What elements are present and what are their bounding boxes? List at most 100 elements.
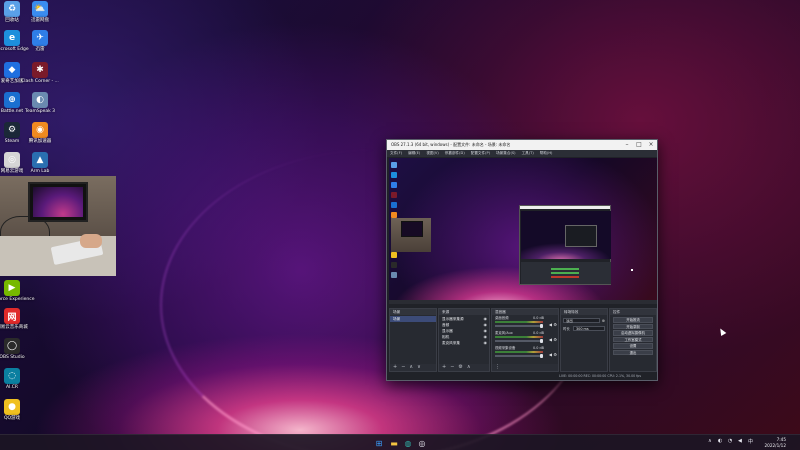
duration-input[interactable]: 300 ms xyxy=(573,326,605,331)
desktop-shortcut-label: OBS Studio xyxy=(0,355,25,360)
menu-file[interactable]: 文件(F) xyxy=(390,151,402,156)
remove-scene-icon[interactable]: − xyxy=(401,364,405,371)
source-item[interactable]: 麦克风采集 ◉ xyxy=(439,340,489,346)
desktop-shortcut[interactable]: ● QQ游戏 xyxy=(0,399,28,421)
gear-icon[interactable]: ⚙ xyxy=(553,337,557,342)
obs-preview[interactable] xyxy=(389,158,657,304)
start-streaming-button[interactable]: 开始推流 xyxy=(613,317,653,323)
obs-menubar: 文件(F) 编辑(E) 视图(V) 停靠部件(D) 配置文件(P) 场景集合(S… xyxy=(387,150,657,157)
geforce-icon: ▶ xyxy=(4,280,20,296)
desktop-shortcut[interactable]: ▶GeForce Experience xyxy=(0,280,34,302)
move-up-icon[interactable]: ∧ xyxy=(467,364,471,371)
menu-edit[interactable]: 编辑(E) xyxy=(408,151,420,156)
add-transition-icon[interactable]: ⊕ xyxy=(602,318,605,323)
desktop-shortcut-label: 爱奇艺加速 xyxy=(0,79,24,84)
desktop-shortcut-label: QQ游戏 xyxy=(3,416,21,421)
start-virtual-camera-button[interactable]: 启动虚拟摄像机 xyxy=(613,330,653,336)
controls-dock: 控件 开始推流 开始录制 启动虚拟摄像机 工作室模式 设置 退出 xyxy=(609,308,657,372)
desktop-shortcut-label: 网易云游戏 xyxy=(0,169,24,174)
volume-slider[interactable] xyxy=(495,354,543,358)
recycle-bin-icon: ♻ xyxy=(4,1,20,17)
gear-icon[interactable]: ⚙ xyxy=(553,352,557,357)
edge-taskbar-icon[interactable]: ◍ xyxy=(403,438,413,448)
remove-source-icon[interactable]: − xyxy=(450,364,454,371)
mixer-menu-icon[interactable]: ⋮ xyxy=(495,364,500,371)
aicr-icon: ◌ xyxy=(4,368,20,384)
start-icon[interactable]: ⊞ xyxy=(374,438,384,448)
desktop-shortcut[interactable]: 网网易云音乐商城 xyxy=(0,308,28,330)
desktop-shortcut[interactable]: ▲ Arm Lab xyxy=(24,152,56,174)
network-icon[interactable]: ◔ xyxy=(728,438,732,444)
desktop-shortcut[interactable]: ◐ TeamSpeak 3 xyxy=(24,92,56,114)
scenes-header: 场景 xyxy=(390,309,436,315)
obs-docks: 场景 场景 + − ∧ ∨ 来源 显示器采集源 ◉ 音频 ◉ 显示器 ◉ 相机 ◉ 麦克… xyxy=(389,308,657,372)
speaker-icon[interactable]: ◀ xyxy=(549,352,552,357)
webcam-overlay xyxy=(0,176,116,276)
volume-icon[interactable]: ◀ xyxy=(738,438,742,444)
scenes-dock: 场景 场景 + − ∧ ∨ xyxy=(389,308,437,372)
obs-taskbar-icon[interactable]: ◎ xyxy=(417,438,427,448)
studio-mode-button[interactable]: 工作室模式 xyxy=(613,336,653,342)
obs-titlebar[interactable]: OBS 27.1.3 (64 bit, windows) - 配置文件: 未命名… xyxy=(387,140,657,150)
battlenet-icon: ⊕ xyxy=(4,92,20,108)
thunder-icon: ✈ xyxy=(32,30,48,46)
sources-dock: 来源 显示器采集源 ◉ 音频 ◉ 显示器 ◉ 相机 ◉ 麦克风采集 ◉ + − ⚙ ∧ xyxy=(438,308,490,372)
tray-app-icon[interactable]: ◐ xyxy=(718,438,722,444)
add-source-icon[interactable]: + xyxy=(442,364,446,371)
close-icon[interactable]: × xyxy=(645,140,657,150)
mixer-dock: 混音器 桌面音频 0.0 dB ◀ ⚙ 麦克风/Aux 0.0 dB ◀ ⚙ 视… xyxy=(491,308,559,372)
move-up-icon[interactable]: ∧ xyxy=(409,364,413,371)
taskbar: ⊞ ▬ ◍ ◎ ∧ ◐ ◔ ◀ 中 7:45 2022/1/12 xyxy=(0,434,800,450)
start-recording-button[interactable]: 开始录制 xyxy=(613,323,653,329)
obs-window-title: OBS 27.1.3 (64 bit, windows) - 配置文件: 未命名… xyxy=(391,142,511,147)
desktop-shortcut-label: 网易云音乐商城 xyxy=(0,325,28,330)
maximize-icon[interactable]: □ xyxy=(633,140,645,150)
desktop-shortcut[interactable]: ✈ 迅雷 xyxy=(24,30,56,52)
menu-view[interactable]: 视图(V) xyxy=(426,151,438,156)
tencent-accelerator-icon: ◉ xyxy=(32,122,48,138)
move-down-icon[interactable]: ∨ xyxy=(417,364,421,371)
file-explorer-icon[interactable]: ▬ xyxy=(389,438,399,448)
settings-button[interactable]: 设置 xyxy=(613,343,653,349)
clock-date: 2022/1/12 xyxy=(764,442,786,448)
add-scene-icon[interactable]: + xyxy=(393,364,397,371)
desktop-shortcut[interactable]: ◯ OBS Studio xyxy=(0,338,28,360)
desktop-shortcut-label: Steam xyxy=(4,139,20,144)
preview-cursor xyxy=(631,269,633,271)
volume-slider[interactable] xyxy=(495,324,543,328)
cloud-drive-icon: ⛅ xyxy=(32,1,48,17)
minimize-icon[interactable]: – xyxy=(621,140,633,150)
volume-meter xyxy=(495,321,543,323)
obs-window[interactable]: OBS 27.1.3 (64 bit, windows) - 配置文件: 未命名… xyxy=(386,139,658,381)
clash-icon: ✱ xyxy=(32,62,48,78)
webcam-monitor xyxy=(28,182,88,222)
desktop-shortcut[interactable]: ◉ 腾讯加速器 xyxy=(24,122,56,144)
steam-icon: ⚙ xyxy=(4,122,20,138)
source-settings-icon[interactable]: ⚙ xyxy=(458,364,462,371)
desktop-shortcut[interactable]: ✱ Clash Corner - ... xyxy=(21,62,59,84)
tray-chevron-icon[interactable]: ∧ xyxy=(708,438,712,444)
exit-button[interactable]: 退出 xyxy=(613,349,653,355)
menu-profile[interactable]: 配置文件(P) xyxy=(471,151,490,156)
transition-select[interactable]: 淡出 xyxy=(563,318,600,323)
speaker-icon[interactable]: ◀ xyxy=(549,337,552,342)
desktop-shortcut[interactable]: ⛅ 迅雷网盘 xyxy=(24,1,56,23)
obs-studio-icon: ◯ xyxy=(4,338,20,354)
preview-taskbar xyxy=(389,300,657,304)
menu-tools[interactable]: 工具(T) xyxy=(522,151,534,156)
menu-docks[interactable]: 停靠部件(D) xyxy=(445,151,465,156)
input-method-icon[interactable]: 中 xyxy=(748,438,753,445)
menu-help[interactable]: 帮助(H) xyxy=(540,151,553,156)
qq-game-icon: ● xyxy=(4,399,20,415)
desktop-shortcut-label: AI.CR xyxy=(5,385,19,390)
desktop-shortcut-label: Clash Corner - ... xyxy=(21,79,59,84)
volume-slider[interactable] xyxy=(495,339,543,343)
preview-webcam xyxy=(391,218,431,252)
scene-item[interactable]: 场景 xyxy=(390,316,436,322)
menu-scene-collection[interactable]: 场景集合(S) xyxy=(496,151,515,156)
taskbar-clock[interactable]: 7:45 2022/1/12 xyxy=(765,437,786,448)
desktop-shortcut-label: Battle.net xyxy=(0,109,24,114)
desktop-shortcut[interactable]: ◌ AI.CR xyxy=(0,368,28,390)
speaker-icon[interactable]: ◀ xyxy=(549,322,552,327)
gear-icon[interactable]: ⚙ xyxy=(553,322,557,327)
